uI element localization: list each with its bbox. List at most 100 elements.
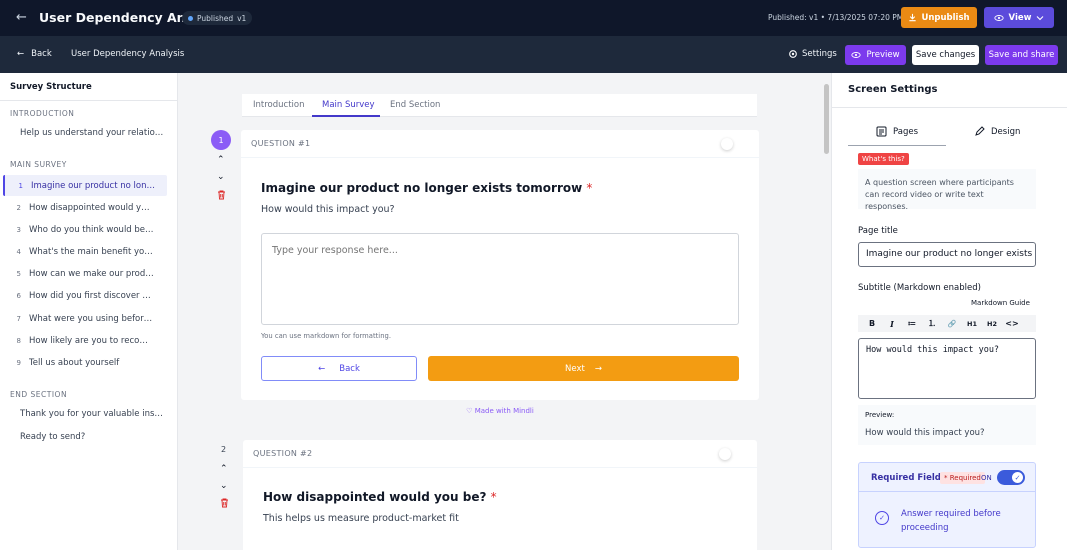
question-label: What were you using before our product? — [29, 313, 154, 324]
check-icon: ✓ — [1012, 472, 1023, 483]
markdown-guide-link[interactable]: Markdown Guide — [971, 299, 1030, 307]
question-header-label: QUESTION #2 — [253, 449, 313, 458]
subtitle-label: Subtitle (Markdown enabled) — [858, 283, 981, 293]
sidebar-item-end[interactable]: Thank you for your valuable insights! — [20, 409, 165, 419]
question-number: 8 — [16, 336, 21, 345]
sidebar-question-item[interactable]: 7 What were you using before our product… — [3, 308, 167, 329]
toggle-state-label: ON — [981, 474, 992, 482]
whats-this-badge[interactable]: What's this? — [858, 153, 909, 165]
settings-button[interactable]: Settings — [788, 49, 837, 59]
required-field-label: Required Field — [871, 473, 941, 483]
question-card-header: QUESTION #1 — [241, 130, 759, 158]
required-field-box: Required Field * Required ON ✓ ✓ Answer … — [858, 462, 1036, 548]
question-number: 2 — [16, 203, 21, 212]
question-number: 9 — [16, 358, 21, 367]
question-header-label: QUESTION #1 — [251, 139, 311, 148]
sidebar-question-item[interactable]: 5 How can we make our product better? — [3, 263, 167, 284]
numbered-list-icon[interactable]: ⒈ — [922, 318, 942, 329]
divider — [0, 100, 178, 101]
back-button-label: Back — [339, 363, 360, 374]
question-label: Tell us about yourself — [29, 357, 120, 368]
question-number-label: 2 — [221, 445, 227, 454]
trash-icon[interactable] — [217, 190, 226, 200]
sidebar-question-item[interactable]: 4 What's the main benefit you receive? — [3, 241, 167, 262]
tab-pages-label: Pages — [893, 126, 919, 137]
question-title-text: Imagine our product no longer exists tom… — [261, 181, 583, 195]
status-badge-label: Published — [197, 13, 234, 23]
panel-heading: Screen Settings — [848, 84, 938, 95]
back-link[interactable]: ← Back — [17, 49, 52, 59]
sidebar-question-item[interactable]: 1 Imagine our product no longer exists t… — [3, 175, 167, 196]
heart-icon: ♡ — [466, 407, 473, 415]
sidebar-heading: Survey Structure — [10, 82, 92, 92]
tab-main-survey[interactable]: Main Survey — [322, 100, 375, 110]
preview-button[interactable]: Preview — [845, 45, 906, 65]
sidebar-question-item[interactable]: 9 Tell us about yourself — [3, 352, 167, 373]
save-changes-button[interactable]: Save changes — [912, 45, 979, 65]
page-title-label: Page title — [858, 226, 898, 236]
tab-pages[interactable]: Pages — [876, 126, 918, 137]
trash-icon[interactable] — [220, 498, 229, 508]
section-end: END SECTION — [10, 390, 68, 399]
move-up-icon[interactable]: ⌃ — [217, 155, 225, 165]
status-badge-version: v1 — [237, 13, 247, 23]
question-title: How disappointed would you be? * — [263, 490, 497, 504]
made-with-footer[interactable]: ♡ Made with Mindli — [241, 407, 759, 415]
link-icon[interactable]: 🔗 — [942, 320, 962, 328]
back-arrow-icon[interactable]: ← — [16, 10, 27, 25]
question-number: 6 — [16, 291, 21, 300]
question-subtitle: This helps us measure product-market fit — [263, 513, 459, 524]
made-with-label: Made with Mindli — [474, 407, 534, 415]
settings-label: Settings — [802, 49, 837, 59]
subtitle-preview: Preview: How would this impact you? — [858, 405, 1036, 445]
response-textarea[interactable] — [261, 233, 739, 325]
sidebar-item-intro[interactable]: Help us understand your relationship... — [20, 128, 165, 138]
required-asterisk: * — [490, 490, 497, 504]
move-down-icon[interactable]: ⌄ — [220, 481, 228, 491]
sidebar-question-item[interactable]: 8 How likely are you to recommend us? — [3, 330, 167, 351]
card-toggle-handle[interactable] — [721, 138, 733, 150]
sidebar-question-item[interactable]: 6 How did you first discover our product… — [3, 285, 167, 306]
sidebar-question-item[interactable]: 2 How disappointed would you be? — [3, 197, 167, 218]
move-down-icon[interactable]: ⌄ — [217, 172, 225, 182]
preview-label: Preview — [866, 50, 900, 60]
editor-bar: ← Back User Dependency Analysis Settings — [0, 36, 1067, 73]
top-bar: ← User Dependency Analysis Published v1 … — [0, 0, 1067, 36]
sidebar-question-item[interactable]: 3 Who do you think would benefit most? — [3, 219, 167, 240]
italic-icon[interactable]: I — [882, 319, 902, 329]
required-toggle[interactable]: ✓ — [997, 470, 1025, 485]
check-circle-icon: ✓ — [875, 511, 889, 525]
tab-end-section[interactable]: End Section — [390, 100, 440, 110]
tab-introduction[interactable]: Introduction — [253, 100, 304, 110]
card-toggle-handle[interactable] — [719, 448, 731, 460]
question-number: 4 — [16, 247, 21, 256]
survey-title: User Dependency Analysis — [71, 49, 185, 59]
subtitle-textarea[interactable]: How would this impact you? — [858, 338, 1036, 399]
heading1-icon[interactable]: H1 — [962, 320, 982, 328]
question-title-text: How disappointed would you be? — [263, 490, 487, 504]
tab-design[interactable]: Design — [974, 126, 1020, 137]
back-button[interactable]: ← Back — [261, 356, 417, 381]
bullet-list-icon[interactable]: ≔ — [902, 319, 922, 328]
question-title: Imagine our product no longer exists tom… — [261, 181, 592, 195]
download-icon — [909, 13, 917, 22]
active-tab-indicator — [312, 115, 380, 117]
question-label: How disappointed would you be? — [29, 202, 154, 213]
question-card-header: QUESTION #2 — [243, 440, 757, 468]
unpublish-button[interactable]: Unpublish — [901, 7, 977, 28]
page-title-input[interactable]: Imagine our product no longer exists tom… — [858, 242, 1036, 267]
preview-label: Preview: — [865, 411, 895, 419]
save-and-share-button[interactable]: Save and share — [985, 45, 1058, 65]
next-button[interactable]: Next → — [428, 356, 739, 381]
published-meta: Published: v1 • 7/13/2025 07:20 PM — [768, 13, 904, 22]
screen-settings-panel: Screen Settings Pages Design What's this… — [831, 73, 1067, 550]
scrollbar-thumb[interactable] — [824, 84, 829, 154]
chevron-down-icon — [1037, 15, 1044, 20]
sidebar-item-end[interactable]: Ready to send? — [20, 432, 165, 442]
heading2-icon[interactable]: H2 — [982, 320, 1002, 328]
view-button[interactable]: View — [984, 7, 1054, 28]
question-label: What's the main benefit you receive? — [29, 246, 154, 257]
bold-icon[interactable]: B — [862, 319, 882, 328]
code-icon[interactable]: <> — [1002, 319, 1022, 328]
move-up-icon[interactable]: ⌃ — [220, 464, 228, 474]
